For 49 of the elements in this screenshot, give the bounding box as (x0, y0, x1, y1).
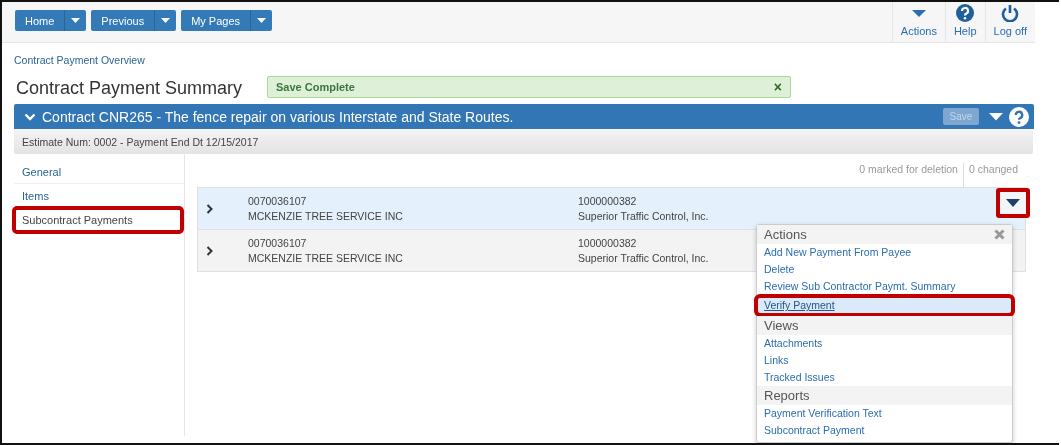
nav-button[interactable]: My Pages (181, 10, 252, 31)
dropdown-button[interactable] (251, 10, 273, 31)
menu-item[interactable]: Attachments (757, 335, 1012, 352)
close-button[interactable]: × (773, 79, 782, 94)
caret-icon (257, 18, 267, 23)
page-title: Contract Payment Summary (16, 78, 244, 99)
toolbar-button[interactable]: Actions (891, 2, 945, 42)
table-cell-text: MCKENZIE TREE SERVICE INC (248, 210, 404, 222)
alert-message: Save Complete (276, 80, 355, 93)
nav-button[interactable]: Previous (91, 10, 156, 31)
menu-item[interactable]: Payment Verification Text (757, 405, 1012, 422)
count-label: 0 changed (962, 163, 1023, 187)
menu-item[interactable]: Add New Payment From Payee (757, 244, 1012, 261)
table-cell-text: 1000000382 (578, 195, 638, 207)
menu-item[interactable]: Links (757, 352, 1012, 369)
breadcrumb-link[interactable]: Contract Payment Overview (14, 54, 1059, 66)
toolbar-button[interactable]: Help (944, 2, 985, 42)
menu-section-title: Views (764, 318, 799, 333)
table-cell-text: 1000000382 (578, 237, 638, 249)
menu-item[interactable]: Review Sub Contractor Paymt. Summary (757, 278, 1012, 295)
dropdown-button[interactable] (65, 10, 87, 31)
chevron-icon[interactable] (206, 203, 214, 214)
chevron-icon[interactable] (206, 245, 214, 256)
table-cell-text: 0070036107 (248, 237, 308, 249)
count-label: 0 marked for deletion (858, 163, 959, 177)
toolbar-button[interactable]: Log off (984, 2, 1035, 42)
panel-title: Contract CNR265 - The fence repair on various Interstate and State Routes. (42, 108, 514, 125)
sidebar-item[interactable]: Subcontract Payments (14, 208, 182, 232)
menu-section-title: Reports (764, 388, 810, 403)
menu-item[interactable]: Verify Payment (757, 297, 1012, 314)
help-icon[interactable] (1009, 106, 1029, 127)
menu-item[interactable]: Subcontract Payment (757, 422, 1012, 439)
table-cell: Superior Traffic Control, Inc. (578, 210, 709, 222)
menu-item[interactable]: Tracked Issues (757, 369, 1012, 386)
caret-icon (161, 18, 171, 23)
row-menu-button[interactable] (996, 188, 1030, 218)
power-icon (1001, 4, 1020, 22)
table-cell-text: MCKENZIE TREE SERVICE INC (248, 252, 404, 264)
caret-icon[interactable] (989, 112, 1003, 121)
nav-button[interactable]: Home (15, 10, 66, 31)
close-icon[interactable] (994, 229, 1005, 240)
caret-icon (1006, 199, 1020, 207)
menu-section-title: Actions (764, 227, 807, 242)
table-cell: Superior Traffic Control, Inc. (578, 252, 709, 264)
table-cell-text: 0070036107 (248, 195, 308, 207)
dropdown-button[interactable] (155, 10, 177, 31)
sidebar-item[interactable]: General (14, 160, 184, 184)
estimate-info: Estimate Num: 0002 - Payment End Dt 12/15/2017 (22, 135, 259, 148)
caret-icon (71, 18, 81, 23)
